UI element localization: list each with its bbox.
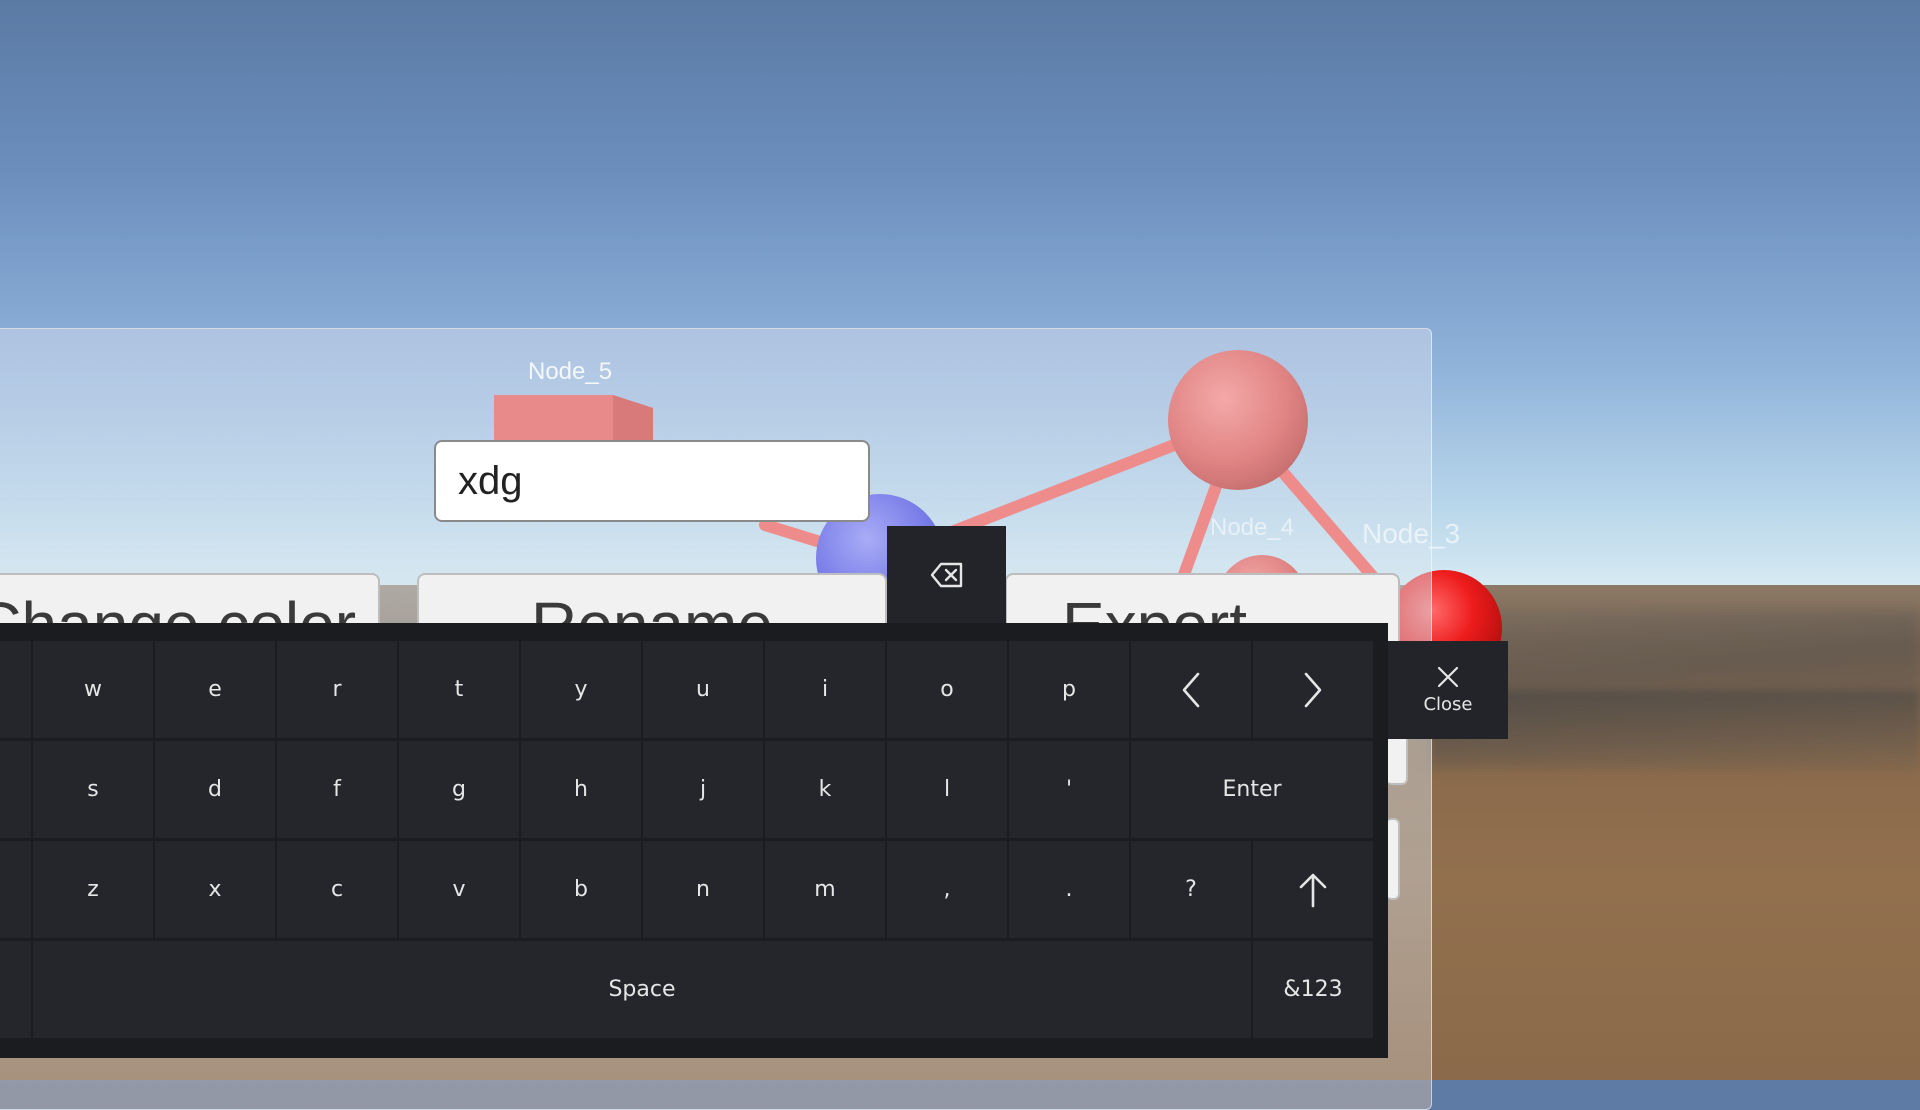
key-p[interactable]: p — [1009, 641, 1129, 738]
key-m[interactable]: m — [765, 841, 885, 938]
backspace-icon — [930, 562, 962, 588]
chevron-right-icon — [1304, 672, 1322, 707]
close-icon — [1437, 666, 1459, 687]
key-shift[interactable] — [1253, 841, 1373, 938]
shift-arrow-up-icon — [1299, 873, 1327, 907]
node-label-node5: Node_5 — [528, 358, 613, 385]
key-n[interactable]: n — [643, 841, 763, 938]
key-b[interactable]: b — [521, 841, 641, 938]
key-h[interactable]: h — [521, 741, 641, 838]
key-x[interactable]: x — [155, 841, 275, 938]
key-k[interactable]: k — [765, 741, 885, 838]
rename-text-input[interactable]: xdg — [434, 440, 870, 522]
node-label-node3: Node_3 — [1362, 518, 1461, 549]
key-question[interactable]: ? — [1131, 841, 1251, 938]
key-y[interactable]: y — [521, 641, 641, 738]
backspace-key[interactable] — [887, 526, 1006, 624]
key-g[interactable]: g — [399, 741, 519, 838]
key-partial-row4[interactable] — [0, 941, 31, 1038]
key-period[interactable]: . — [1009, 841, 1129, 938]
key-o[interactable]: o — [887, 641, 1007, 738]
key-apostrophe[interactable]: ' — [1009, 741, 1129, 838]
key-cursor-right[interactable] — [1253, 641, 1373, 738]
key-partial-row1[interactable] — [0, 641, 31, 738]
key-e[interactable]: e — [155, 641, 275, 738]
key-j[interactable]: j — [643, 741, 763, 838]
key-u[interactable]: u — [643, 641, 763, 738]
key-partial-row2[interactable] — [0, 741, 31, 838]
close-label: Close — [1423, 693, 1473, 715]
key-enter[interactable]: Enter — [1131, 741, 1373, 838]
key-r[interactable]: r — [277, 641, 397, 738]
key-d[interactable]: d — [155, 741, 275, 838]
key-z[interactable]: z — [33, 841, 153, 938]
key-w[interactable]: w — [33, 641, 153, 738]
close-keyboard-button[interactable]: Close — [1388, 641, 1508, 739]
virtual-keyboard: w e r t y u i o p s d f g h j k l ' Ente… — [0, 623, 1388, 1058]
key-v[interactable]: v — [399, 841, 519, 938]
key-comma[interactable]: , — [887, 841, 1007, 938]
key-f[interactable]: f — [277, 741, 397, 838]
key-symbols[interactable]: &123 — [1253, 941, 1373, 1038]
side-button-2[interactable] — [1386, 818, 1400, 900]
key-i[interactable]: i — [765, 641, 885, 738]
node-label-node4: Node_4 — [1210, 514, 1295, 541]
key-l[interactable]: l — [887, 741, 1007, 838]
key-s[interactable]: s — [33, 741, 153, 838]
key-t[interactable]: t — [399, 641, 519, 738]
key-c[interactable]: c — [277, 841, 397, 938]
key-partial-row3[interactable] — [0, 841, 31, 938]
key-space[interactable]: Space — [33, 941, 1251, 1038]
chevron-left-icon — [1182, 672, 1200, 707]
key-cursor-left[interactable] — [1131, 641, 1251, 738]
